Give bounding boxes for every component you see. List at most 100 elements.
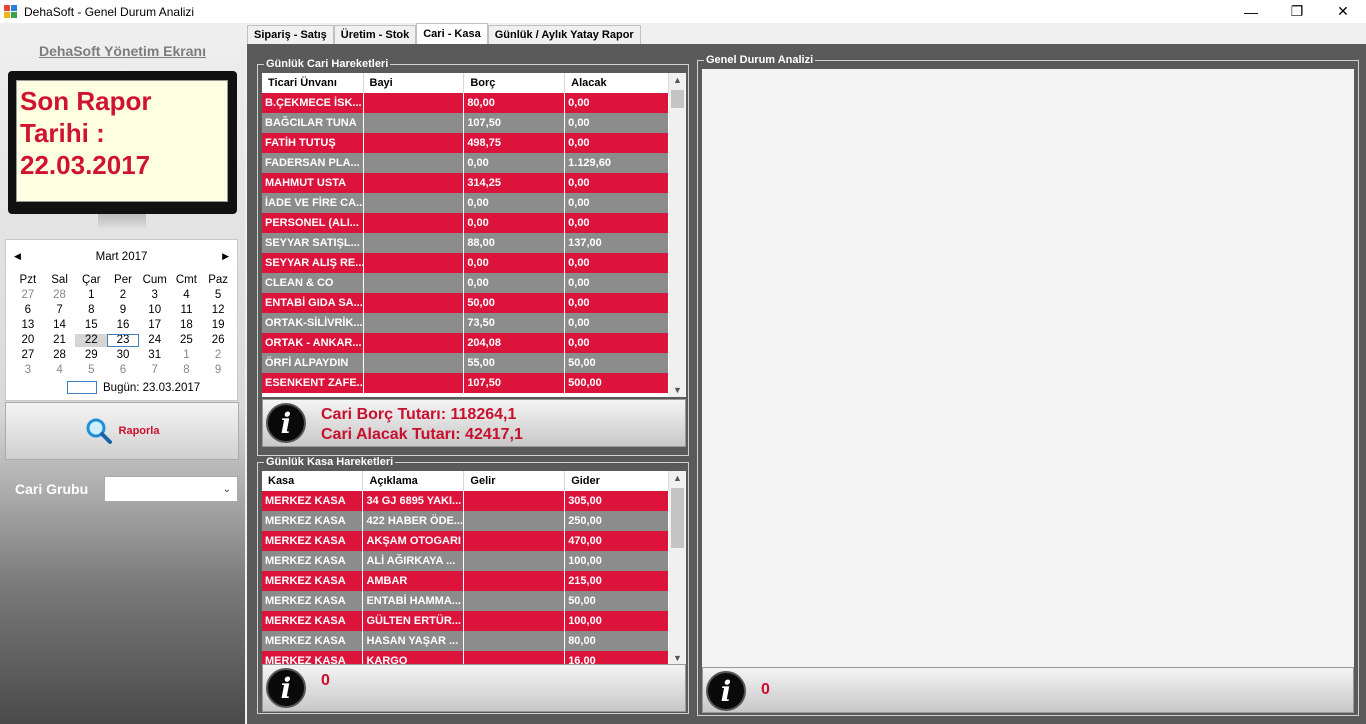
- table-cell[interactable]: 80,00: [463, 93, 566, 113]
- table-row[interactable]: ENTABİ GIDA SA... 50,00 0,00: [262, 293, 669, 313]
- table-cell[interactable]: [363, 173, 465, 193]
- column-header[interactable]: Kasa: [262, 471, 364, 491]
- calendar-day[interactable]: 9: [107, 304, 139, 317]
- minimize-button[interactable]: —: [1228, 0, 1274, 23]
- calendar-day[interactable]: 23: [107, 334, 139, 347]
- close-button[interactable]: ✕: [1320, 0, 1366, 23]
- tab-siparis-satis[interactable]: Sipariş - Satış: [247, 25, 334, 44]
- table-cell[interactable]: FADERSAN PLA...: [262, 153, 364, 173]
- table-row[interactable]: MERKEZ KASA ALİ AĞIRKAYA ... 100,00: [262, 551, 669, 571]
- calendar-day[interactable]: 14: [44, 319, 76, 332]
- table-cell[interactable]: [463, 511, 566, 531]
- table-cell[interactable]: MERKEZ KASA: [262, 551, 364, 571]
- table-cell[interactable]: MERKEZ KASA: [262, 631, 364, 651]
- next-month-icon[interactable]: ▶: [222, 251, 229, 262]
- table-row[interactable]: CLEAN & CO 0,00 0,00: [262, 273, 669, 293]
- table-row[interactable]: MERKEZ KASA ENTABİ HAMMA... 50,00: [262, 591, 669, 611]
- scroll-down-icon[interactable]: ▼: [669, 653, 686, 663]
- calendar-day[interactable]: 20: [12, 334, 44, 347]
- table-cell[interactable]: MERKEZ KASA: [262, 571, 364, 591]
- calendar-day[interactable]: 7: [44, 304, 76, 317]
- calendar-day[interactable]: 25: [171, 334, 203, 347]
- table-cell[interactable]: [363, 313, 465, 333]
- table-row[interactable]: B.ÇEKMECE İSK... 80,00 0,00: [262, 93, 669, 113]
- table-cell[interactable]: 470,00: [564, 531, 669, 551]
- table-row[interactable]: ORTAK - ANKAR... 204,08 0,00: [262, 333, 669, 353]
- calendar-day[interactable]: 2: [202, 349, 234, 362]
- column-header[interactable]: Gelir: [463, 471, 566, 491]
- table-cell[interactable]: MERKEZ KASA: [262, 491, 364, 511]
- table-cell[interactable]: 55,00: [463, 353, 566, 373]
- table-cell[interactable]: [363, 93, 465, 113]
- table-cell[interactable]: B.ÇEKMECE İSK...: [262, 93, 364, 113]
- table-cell[interactable]: [363, 153, 465, 173]
- calendar-day[interactable]: 5: [202, 289, 234, 302]
- calendar-day[interactable]: 29: [75, 349, 107, 362]
- calendar-today[interactable]: Bugün: 23.03.2017: [67, 381, 200, 394]
- month-calendar[interactable]: ◀ Mart 2017 ▶ Pzt Sal Çar Per Cum Cmt Paz 27 28 1…: [5, 239, 238, 401]
- calendar-day[interactable]: 12: [202, 304, 234, 317]
- calendar-day[interactable]: 8: [171, 364, 203, 377]
- table-cell[interactable]: ESENKENT ZAFE...: [262, 373, 364, 393]
- table-row[interactable]: ESENKENT ZAFE... 107,50 500,00: [262, 373, 669, 393]
- table-cell[interactable]: MERKEZ KASA: [262, 651, 364, 665]
- calendar-day[interactable]: 28: [44, 289, 76, 302]
- table-cell[interactable]: 0,00: [564, 273, 669, 293]
- table-row[interactable]: MAHMUT USTA 314,25 0,00: [262, 173, 669, 193]
- table-cell[interactable]: 0,00: [463, 153, 566, 173]
- table-cell[interactable]: 137,00: [564, 233, 669, 253]
- table-cell[interactable]: BAĞCILAR TUNA: [262, 113, 364, 133]
- restore-button[interactable]: ❐: [1274, 0, 1320, 23]
- table-cell[interactable]: 34 GJ 6895 YAKI...: [362, 491, 465, 511]
- table-cell[interactable]: 100,00: [564, 551, 669, 571]
- table-cell[interactable]: [363, 353, 465, 373]
- table-cell[interactable]: 100,00: [564, 611, 669, 631]
- table-row[interactable]: ÖRFİ ALPAYDIN 55,00 50,00: [262, 353, 669, 373]
- table-cell[interactable]: 50,00: [463, 293, 566, 313]
- table-cell[interactable]: [363, 253, 465, 273]
- table-cell[interactable]: MERKEZ KASA: [262, 531, 364, 551]
- table-row[interactable]: BAĞCILAR TUNA 107,50 0,00: [262, 113, 669, 133]
- calendar-month[interactable]: Mart 2017: [6, 251, 237, 263]
- column-header[interactable]: Ticari Ünvanı: [262, 73, 364, 93]
- table-row[interactable]: FATİH TUTUŞ 498,75 0,00: [262, 133, 669, 153]
- scroll-up-icon[interactable]: ▲: [669, 473, 686, 483]
- table-cell[interactable]: HASAN YAŞAR ...: [362, 631, 465, 651]
- table-cell[interactable]: 0,00: [564, 93, 669, 113]
- calendar-day[interactable]: 10: [139, 304, 171, 317]
- table-cell[interactable]: GÜLTEN ERTÜR...: [362, 611, 465, 631]
- cari-scrollbar[interactable]: ▲ ▼: [669, 73, 686, 397]
- table-cell[interactable]: AMBAR: [362, 571, 465, 591]
- calendar-day[interactable]: 27: [12, 289, 44, 302]
- column-header[interactable]: Açıklama: [362, 471, 465, 491]
- column-header[interactable]: Gider: [564, 471, 669, 491]
- table-row[interactable]: MERKEZ KASA AMBAR 215,00: [262, 571, 669, 591]
- calendar-day[interactable]: 3: [12, 364, 44, 377]
- table-cell[interactable]: [363, 233, 465, 253]
- table-row[interactable]: ORTAK-SİLİVRİK... 73,50 0,00: [262, 313, 669, 333]
- table-cell[interactable]: [463, 611, 566, 631]
- chevron-down-icon[interactable]: ⌄: [223, 484, 231, 495]
- calendar-day[interactable]: 1: [171, 349, 203, 362]
- table-cell[interactable]: MERKEZ KASA: [262, 611, 364, 631]
- table-cell[interactable]: 107,50: [463, 113, 566, 133]
- table-row[interactable]: MERKEZ KASA 34 GJ 6895 YAKI... 305,00: [262, 491, 669, 511]
- calendar-day[interactable]: 7: [139, 364, 171, 377]
- table-cell[interactable]: 0,00: [564, 313, 669, 333]
- table-row[interactable]: MERKEZ KASA AKŞAM OTOGARI 470,00: [262, 531, 669, 551]
- table-cell[interactable]: 80,00: [564, 631, 669, 651]
- table-row[interactable]: MERKEZ KASA GÜLTEN ERTÜR... 100,00: [262, 611, 669, 631]
- table-cell[interactable]: [463, 591, 566, 611]
- table-row[interactable]: MERKEZ KASA HASAN YAŞAR ... 80,00: [262, 631, 669, 651]
- calendar-day[interactable]: 26: [202, 334, 234, 347]
- calendar-day[interactable]: 19: [202, 319, 234, 332]
- calendar-day[interactable]: 21: [44, 334, 76, 347]
- table-cell[interactable]: [363, 373, 465, 393]
- table-cell[interactable]: [363, 273, 465, 293]
- tab-uretim-stok[interactable]: Üretim - Stok: [333, 25, 417, 44]
- table-cell[interactable]: 16,00: [564, 651, 669, 665]
- table-cell[interactable]: 204,08: [463, 333, 566, 353]
- table-cell[interactable]: ORTAK - ANKAR...: [262, 333, 364, 353]
- table-cell[interactable]: [363, 113, 465, 133]
- calendar-day[interactable]: 22: [75, 334, 108, 347]
